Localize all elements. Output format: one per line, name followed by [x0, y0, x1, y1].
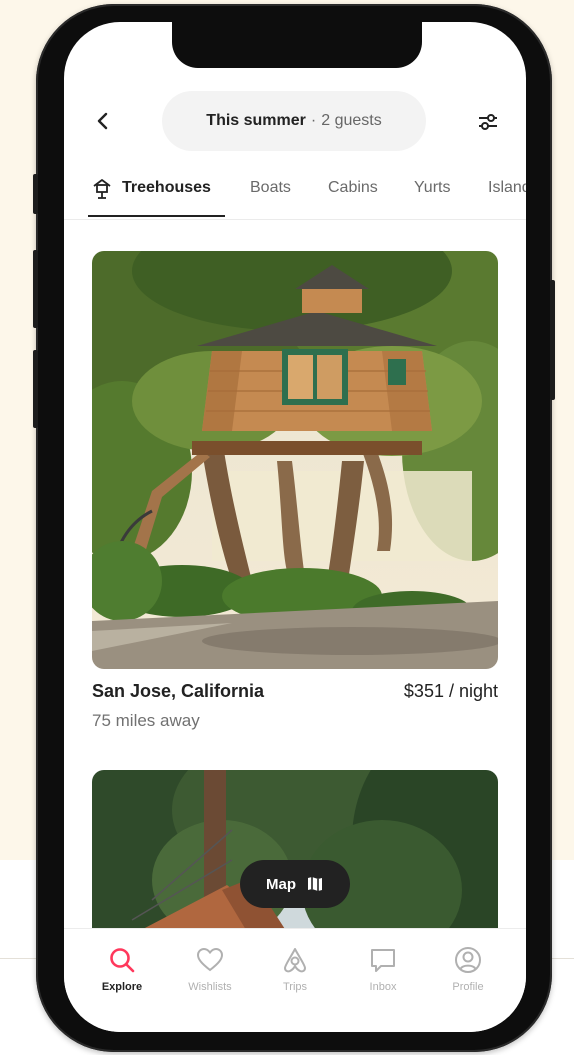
phone-frame: This summer · 2 guests Treehouses Boats …	[33, 4, 555, 1052]
tab-yurts[interactable]: Yurts	[414, 179, 450, 197]
back-button[interactable]	[90, 106, 116, 136]
tabs-divider	[64, 219, 526, 220]
tab-profile[interactable]: Profile	[428, 945, 508, 993]
search-icon	[110, 948, 135, 973]
tab-wishlists-label: Wishlists	[188, 981, 232, 993]
user-circle-icon	[455, 947, 481, 973]
category-tabs: Treehouses Boats Cabins Yurts Islands	[64, 172, 526, 218]
tab-boats[interactable]: Boats	[250, 179, 291, 197]
background-divider-left	[0, 958, 40, 959]
search-separator: ·	[310, 112, 317, 129]
bottom-tab-bar: Explore Wishlists Trips Inbox Profile	[64, 928, 526, 1032]
tab-treehouses[interactable]: Treehouses	[122, 179, 211, 197]
listing-location[interactable]: San Jose, California	[92, 681, 264, 702]
heart-icon	[196, 947, 224, 972]
listing-photo[interactable]	[92, 251, 498, 669]
phone-volume-down-button	[33, 350, 38, 428]
listing-photo-2[interactable]	[92, 770, 498, 940]
tab-profile-label: Profile	[452, 981, 484, 993]
tab-wishlists[interactable]: Wishlists	[170, 945, 250, 993]
search-dates-text: This summer	[206, 112, 306, 129]
tab-explore[interactable]: Explore	[82, 945, 162, 993]
sliders-icon	[479, 114, 497, 130]
chevron-left-icon	[97, 112, 108, 130]
active-tab-indicator	[88, 215, 225, 217]
phone-power-button	[550, 280, 555, 400]
treehouse-icon	[93, 179, 111, 199]
listing-price: $351 / night	[403, 681, 498, 701]
phone-mute-switch	[33, 174, 38, 214]
tab-explore-label: Explore	[101, 981, 143, 993]
map-button-label: Map	[266, 875, 296, 893]
tab-trips[interactable]: Trips	[255, 945, 335, 993]
tab-cabins[interactable]: Cabins	[328, 179, 378, 197]
filters-button[interactable]	[476, 112, 500, 132]
forest-photo	[92, 770, 498, 940]
treehouse-photo	[92, 251, 498, 669]
tab-inbox-label: Inbox	[369, 981, 397, 993]
tab-trips-label: Trips	[282, 981, 308, 993]
airbnb-logo-icon	[284, 948, 306, 973]
listing-distance: 75 miles away	[92, 711, 200, 730]
message-icon	[371, 949, 395, 972]
app-screen: This summer · 2 guests Treehouses Boats …	[64, 22, 526, 1032]
search-guests-text: 2 guests	[321, 112, 382, 129]
map-button[interactable]: Map	[240, 860, 350, 908]
map-icon	[308, 877, 322, 891]
tab-islands[interactable]: Islands	[488, 179, 526, 197]
phone-notch	[172, 22, 422, 68]
tab-inbox[interactable]: Inbox	[343, 945, 423, 993]
search-summary-pill[interactable]: This summer · 2 guests	[162, 91, 426, 151]
phone-volume-up-button	[33, 250, 38, 328]
